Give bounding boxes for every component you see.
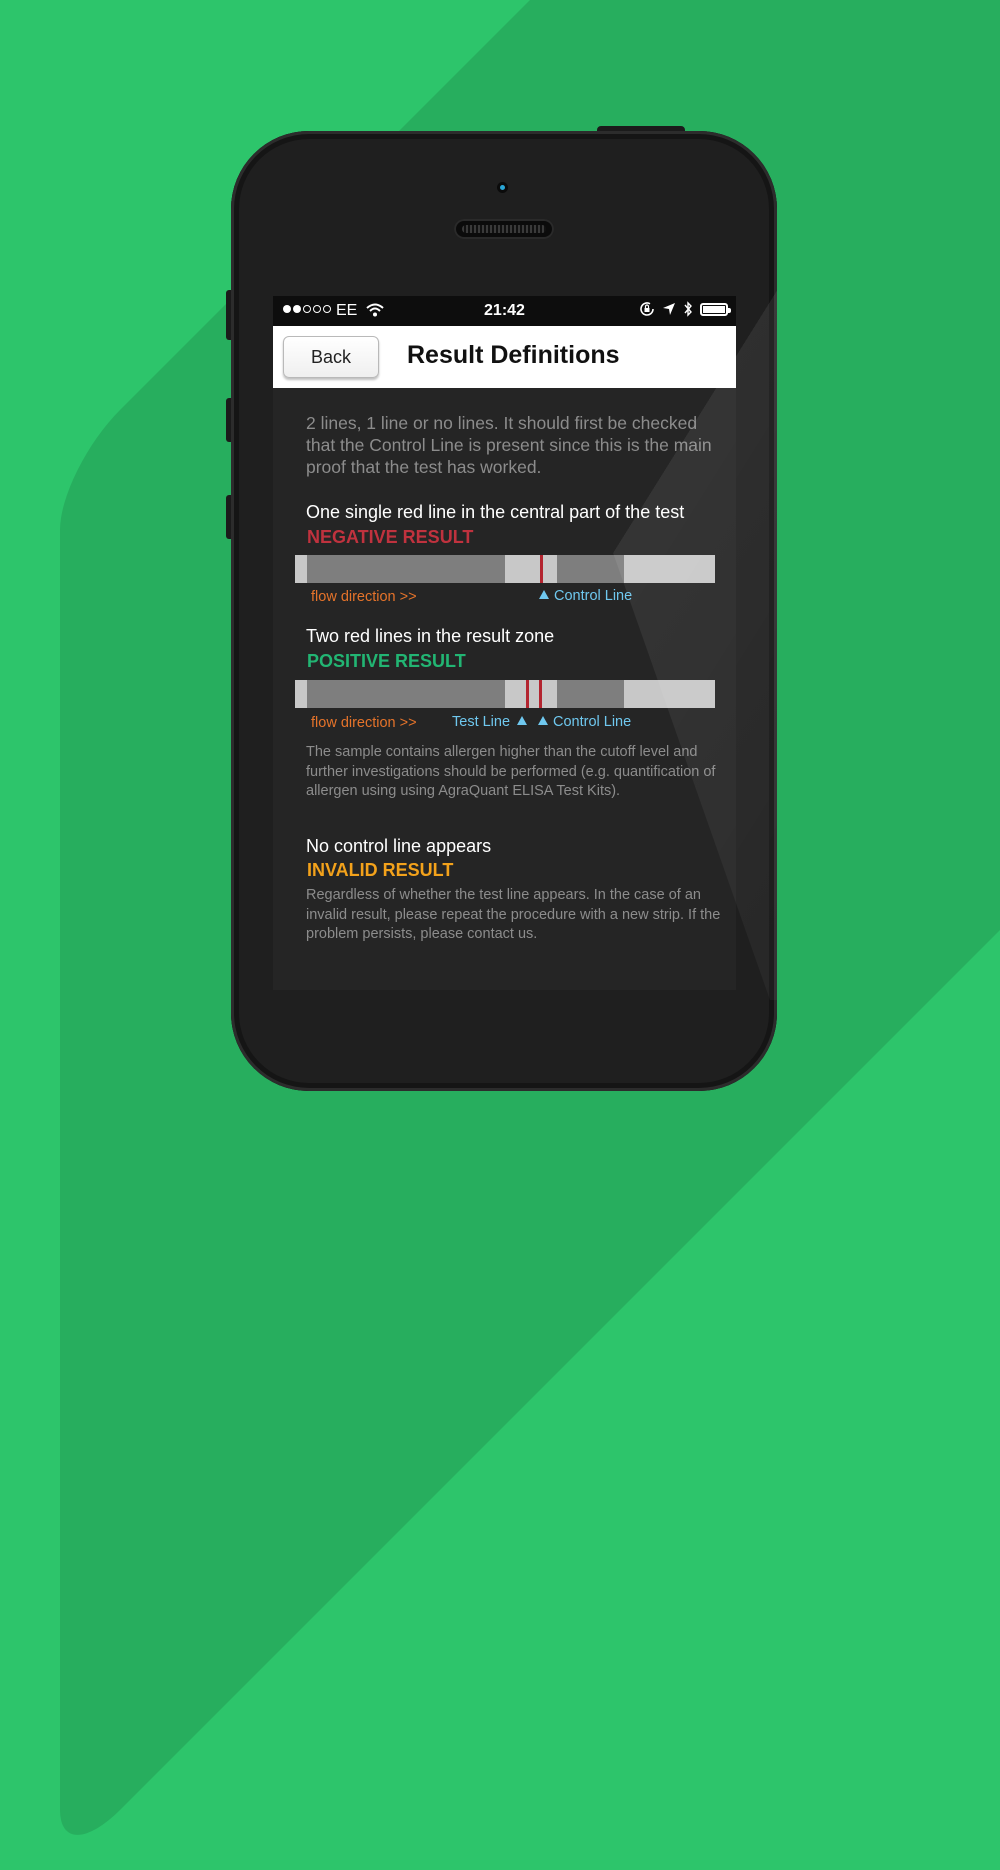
triangle-up-icon [538,716,548,725]
test-line-label: Test Line [452,714,532,730]
invalid-result-label: INVALID RESULT [307,860,454,880]
back-button[interactable]: Back [283,336,379,378]
battery-icon [700,302,731,316]
negative-result-label: NEGATIVE RESULT [307,527,474,547]
navigation-bar: Back Result Definitions [273,326,736,388]
invalid-description: No control line appears [306,836,492,856]
bluetooth-icon [684,301,692,317]
page-title: Result Definitions [407,341,620,369]
invalid-note: Regardless of whether the test line appe… [306,887,721,942]
status-bar: EE 21:42 [273,296,736,326]
positive-note: The sample contains allergen higher than… [306,744,716,799]
camera-icon [497,182,508,193]
control-line-label: Control Line [539,588,632,604]
control-line-mark [539,680,542,708]
negative-test-strip [295,555,715,583]
speaker-grille [454,219,554,239]
triangle-up-icon [517,716,528,725]
triangle-up-icon [539,590,549,599]
content-area[interactable]: 2 lines, 1 line or no lines. It should f… [273,388,736,990]
location-arrow-icon [663,303,675,315]
rotation-lock-icon [640,302,654,316]
positive-test-strip [295,680,715,708]
intro-text: 2 lines, 1 line or no lines. It should f… [306,413,712,477]
control-line-mark [540,555,543,583]
flow-direction-label: flow direction >> [311,715,417,731]
positive-description: Two red lines in the result zone [306,626,555,646]
positive-result-label: POSITIVE RESULT [307,651,466,671]
negative-description: One single red line in the central part … [306,502,685,522]
app-screen: EE 21:42 Back Result Definitions 2 lines… [273,296,736,990]
flow-direction-label: flow direction >> [311,589,417,605]
test-line-mark [526,680,529,708]
control-line-label: Control Line [538,714,631,730]
